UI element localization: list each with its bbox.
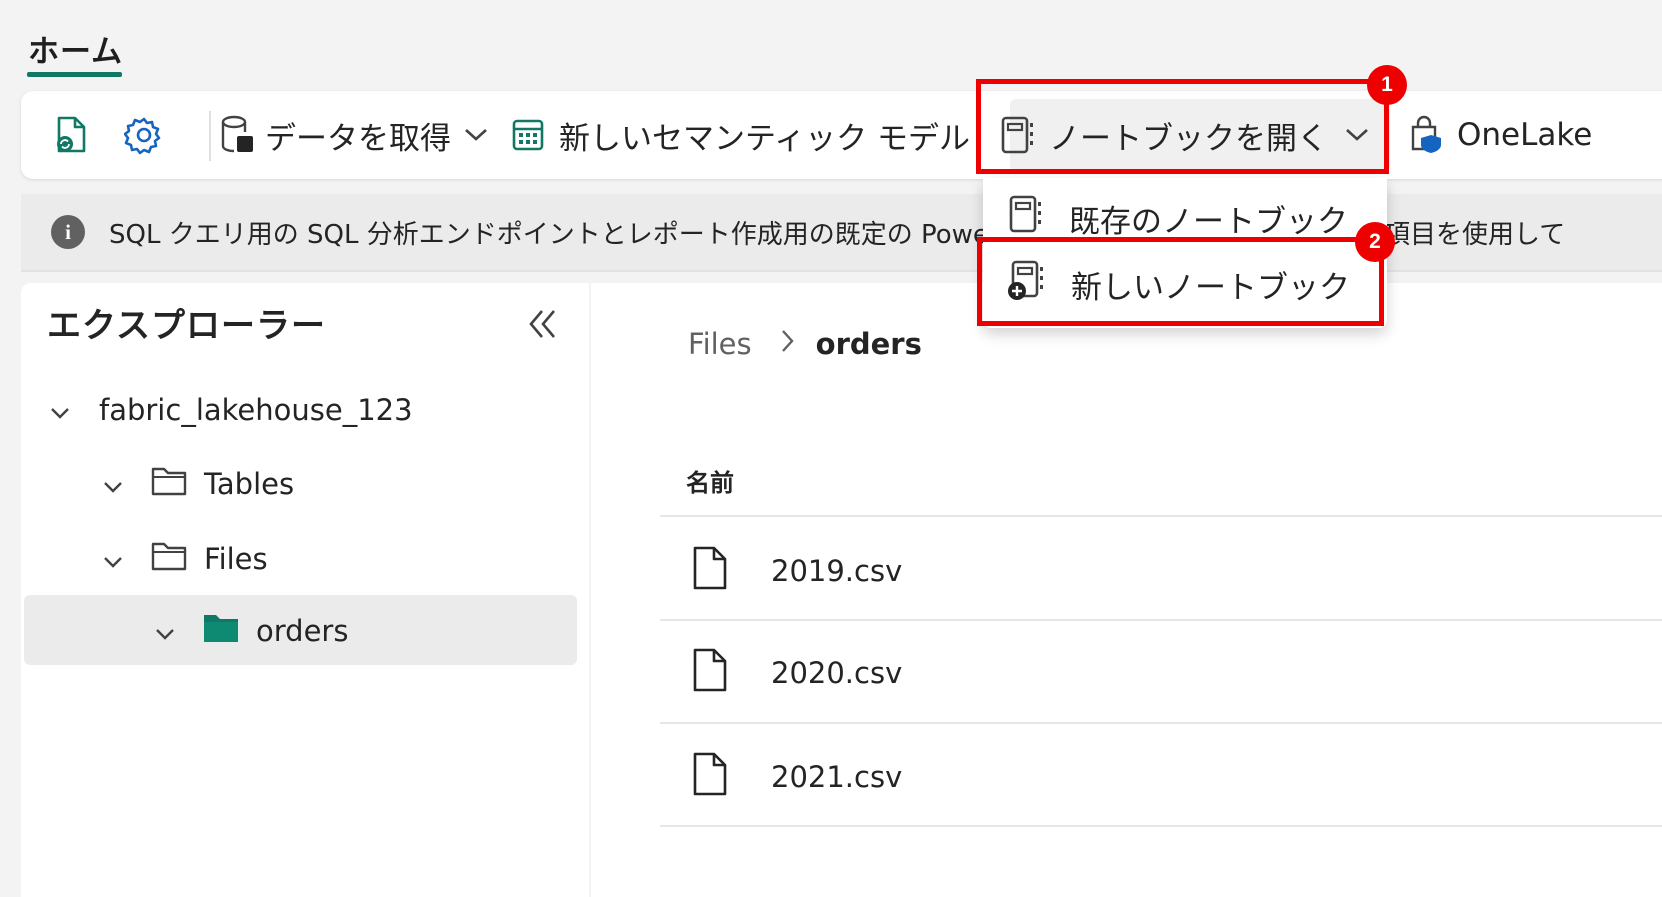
get-data-label: データを取得 — [265, 120, 451, 157]
row-divider — [660, 619, 1662, 621]
double-chevron-left-icon — [527, 310, 557, 345]
tree-item-label: Files — [204, 542, 268, 576]
annotation-badge-2: 2 — [1355, 222, 1395, 262]
collapse-pane-button[interactable] — [527, 307, 557, 345]
chevron-down-icon — [102, 542, 124, 576]
tree-item-label: Tables — [204, 467, 295, 501]
explorer-pane: エクスプローラー fabric_lakehouse_123 Tables Fil… — [21, 283, 589, 897]
tree-item-orders[interactable]: orders — [154, 608, 348, 654]
info-icon: i — [51, 215, 85, 249]
new-semantic-model-button[interactable]: 新しいセマンティック モデル — [511, 91, 970, 179]
explorer-title: エクスプローラー — [47, 306, 326, 346]
annotation-highlight-open-notebook — [976, 79, 1389, 174]
file-name: 2021.csv — [771, 760, 903, 794]
tab-home[interactable]: ホーム — [28, 26, 123, 71]
chevron-down-icon — [49, 393, 71, 427]
row-divider — [660, 825, 1662, 827]
file-row-2019[interactable]: 2019.csv — [691, 543, 902, 599]
file-icon — [691, 751, 729, 804]
tree-item-label: fabric_lakehouse_123 — [99, 393, 413, 427]
notebook-icon — [1007, 194, 1043, 242]
ribbon-toolbar: データを取得 新しいセマンティック モデル ノートブックを開く OneLake — [21, 91, 1662, 179]
breadcrumb-item-orders: orders — [815, 327, 922, 361]
get-data-button[interactable]: データを取得 — [219, 91, 489, 179]
menu-item-label: 既存のノートブック — [1069, 203, 1348, 240]
content-pane: Files orders 名前 2019.csv 2020.csv 2021.c… — [591, 283, 1662, 897]
tab-home-underline — [27, 72, 122, 77]
file-row-2021[interactable]: 2021.csv — [691, 749, 902, 805]
onelake-button[interactable]: OneLake — [1407, 91, 1592, 179]
chevron-down-icon — [154, 614, 176, 648]
file-row-2020[interactable]: 2020.csv — [691, 645, 902, 701]
info-text: SQL クエリ用の SQL 分析エンドポイントとレポート作成用の既定の Powe… — [109, 219, 989, 250]
semantic-model-icon — [511, 118, 545, 152]
database-icon — [219, 114, 257, 156]
folder-icon — [150, 540, 188, 579]
file-name: 2019.csv — [771, 554, 903, 588]
folder-icon — [150, 465, 188, 504]
file-icon — [691, 545, 729, 598]
settings-button[interactable] — [124, 91, 164, 179]
header-divider — [660, 515, 1662, 517]
breadcrumb-item-files[interactable]: Files — [688, 327, 752, 361]
chevron-down-icon — [102, 467, 124, 501]
info-text-continued: 項目を使用して — [1384, 219, 1566, 250]
tree-item-lakehouse[interactable]: fabric_lakehouse_123 — [49, 387, 413, 433]
tree-item-files[interactable]: Files — [102, 536, 268, 582]
breadcrumb: Files orders — [688, 327, 922, 361]
annotation-highlight-new-notebook — [977, 237, 1384, 326]
column-header-name[interactable]: 名前 — [686, 463, 734, 498]
info-bar: i SQL クエリ用の SQL 分析エンドポイントとレポート作成用の既定の Po… — [21, 194, 1662, 272]
file-icon — [691, 647, 729, 700]
file-name: 2020.csv — [771, 656, 903, 690]
refresh-button[interactable] — [53, 91, 89, 179]
toolbar-divider — [209, 111, 211, 161]
row-divider — [660, 722, 1662, 724]
chevron-right-icon — [780, 327, 796, 361]
onelake-shield-icon — [1407, 115, 1445, 155]
tree-item-label: orders — [256, 614, 349, 648]
chevron-down-icon — [463, 127, 489, 143]
refresh-file-icon — [53, 115, 89, 155]
tree-item-tables[interactable]: Tables — [102, 461, 294, 507]
gear-icon — [124, 115, 164, 155]
new-semantic-model-label: 新しいセマンティック モデル — [559, 120, 970, 157]
folder-filled-icon — [202, 612, 240, 651]
annotation-badge-1: 1 — [1367, 65, 1407, 105]
onelake-label: OneLake — [1457, 117, 1593, 153]
